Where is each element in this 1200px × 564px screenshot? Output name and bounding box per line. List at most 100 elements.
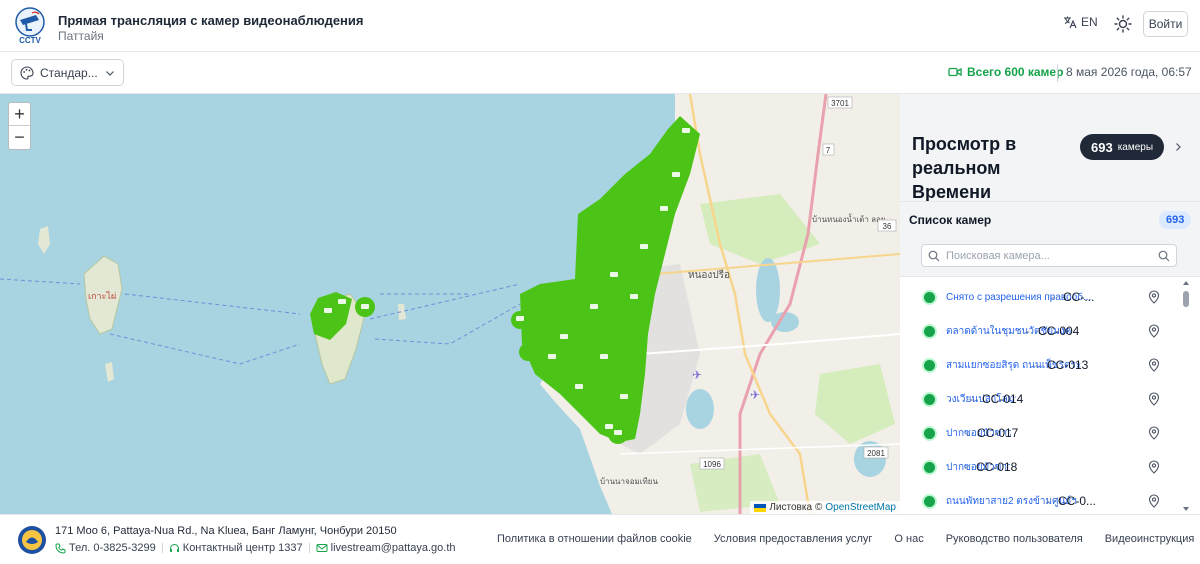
islet <box>105 362 114 382</box>
copyright-symbol: © <box>815 502 823 513</box>
app-root: CCTV Прямая трансляция с камер видеонабл… <box>0 0 1200 564</box>
separator-dash: - <box>1051 290 1055 304</box>
camera-list-item[interactable]: ถนนพัทยาสาย2 ตรงข้ามศูนย์ฯ - СС-0... <box>900 484 1180 514</box>
map-pin-icon[interactable] <box>1148 460 1160 474</box>
online-status-dot <box>924 359 935 371</box>
scroll-up-icon[interactable] <box>1182 279 1190 287</box>
map-canvas[interactable]: เกาะไผ่ หนองปรือ บ้านหนองน้ำเต้า ลอย บ้า… <box>0 94 900 514</box>
camera-list-item[interactable]: วงเวียนปลาโลมา - СС-014 <box>900 382 1180 416</box>
online-status-dot <box>924 325 935 337</box>
separator-dash: - <box>970 392 974 406</box>
map-pin-icon[interactable] <box>1148 426 1160 440</box>
divider <box>1057 64 1058 82</box>
camera-code: СС-014 <box>982 392 1024 406</box>
pattaya-seal-logo <box>18 526 46 554</box>
user-guide-link[interactable]: Руководство пользователя <box>946 533 1083 545</box>
footer-contacts: Тел. 0-3825-3299 Контактный центр 1337 l… <box>55 542 456 554</box>
chevron-down-icon <box>106 70 114 76</box>
scroll-down-icon[interactable] <box>1182 505 1190 513</box>
language-label: EN <box>1081 15 1098 29</box>
phone-contact[interactable]: Тел. 0-3825-3299 <box>55 542 156 554</box>
camera-marker[interactable] <box>519 343 537 361</box>
camera-map[interactable]: เกาะไผ่ หนองปรือ บ้านหนองน้ำเต้า ลอย บ้า… <box>0 94 900 514</box>
camera-total: Всего 600 камер <box>948 65 1063 79</box>
terms-link[interactable]: Условия предоставления услуг <box>714 533 873 545</box>
online-status-dot <box>924 291 935 303</box>
camera-code: СС-0... <box>1058 494 1097 508</box>
camera-list-item[interactable]: สามแยกซอยสิรุด ถนนเพ็ชรตระกูล - СС-013 <box>900 348 1180 382</box>
language-switch[interactable]: EN <box>1063 15 1098 29</box>
footer-links: Политика в отношении файлов cookie Услов… <box>497 533 1194 545</box>
separator-dash: - <box>1035 358 1039 372</box>
login-button[interactable]: Войти <box>1143 11 1188 37</box>
camera-list-item[interactable]: ปากซอยบัวขาว - СС-018 <box>900 450 1180 484</box>
theme-toggle-icon[interactable] <box>1113 14 1133 34</box>
ukraine-flag-icon <box>754 503 767 512</box>
camera-code: СС-018 <box>976 460 1018 474</box>
camera-code: СС-017 <box>977 426 1019 440</box>
map-pin-icon[interactable] <box>1148 324 1160 338</box>
ferry-route <box>124 293 301 315</box>
contact-center-label: Контактный центр 1337 <box>182 542 303 554</box>
zoom-out-button[interactable]: − <box>9 126 30 149</box>
current-datetime: 8 мая 2026 года, 06:57 <box>1066 65 1192 79</box>
contact-center[interactable]: Контактный центр 1337 <box>169 542 303 554</box>
video-guide-link[interactable]: Видеоинструкция <box>1105 533 1195 545</box>
camera-total-label: Всего 600 камер <box>967 65 1064 79</box>
road-number: 2081 <box>867 449 885 458</box>
map-style-select[interactable]: Стандар... <box>11 59 124 86</box>
map-pin-icon[interactable] <box>1148 494 1160 508</box>
map-pin-icon[interactable] <box>1148 358 1160 372</box>
zoom-control: + − <box>8 102 31 150</box>
top-header: CCTV Прямая трансляция с камер видеонабл… <box>0 0 1200 52</box>
camera-search-input[interactable] <box>946 249 1152 262</box>
map-pin-icon[interactable] <box>1148 392 1160 406</box>
reservoir <box>756 258 780 322</box>
separator-dash: - <box>964 460 968 474</box>
camera-count-badge[interactable]: 693 камеры <box>1080 134 1165 160</box>
page-footer: 171 Moo 6, Pattaya-Nua Rd., Na Kluea, Ба… <box>0 514 1200 564</box>
south-label: บ้านนาจอมเทียน <box>600 477 658 486</box>
road-number: 36 <box>883 222 892 231</box>
chevron-right-icon[interactable] <box>1173 142 1183 152</box>
logo-text: CCTV <box>19 36 41 45</box>
scroll-thumb[interactable] <box>1183 291 1189 307</box>
camera-list-item[interactable]: ปากซอยบัวขาว - СС-017 <box>900 416 1180 450</box>
leaflet-link[interactable]: Листовка <box>769 502 812 513</box>
email-address: livestream@pattaya.go.th <box>330 542 456 554</box>
separator-dash: - <box>1026 324 1030 338</box>
translate-icon <box>1064 16 1077 29</box>
divider <box>308 543 310 553</box>
reservoir <box>854 441 886 477</box>
map-pin-icon[interactable] <box>1148 290 1160 304</box>
camera-list-heading: Список камер <box>909 213 992 227</box>
islet <box>38 226 50 254</box>
ferry-route <box>109 333 301 365</box>
camera-panel: Просмотр в реальном Времени 693 камеры С… <box>900 94 1200 514</box>
cctv-logo[interactable]: CCTV <box>12 6 48 46</box>
camera-list-item[interactable]: ตลาดด้านในชุมชนวัดชัยมงคล2- СС-004 <box>900 314 1180 348</box>
online-status-dot <box>924 461 935 473</box>
cookie-policy-link[interactable]: Политика в отношении файлов cookie <box>497 533 692 545</box>
map-style-label: Стандар... <box>40 65 98 80</box>
list-scrollbar[interactable] <box>1182 277 1190 514</box>
camera-list[interactable]: Снято с разрешения правооб... - СС-... ตลาด… <box>900 276 1200 514</box>
ferry-route <box>0 278 81 285</box>
about-link[interactable]: О нас <box>894 533 923 545</box>
osm-link[interactable]: OpenStreetMap <box>825 502 896 513</box>
toolbar: Стандар... Всего 600 камер 8 мая 2026 го… <box>0 52 1200 94</box>
airport-icon: ✈ <box>750 388 760 402</box>
camera-search[interactable] <box>921 244 1177 267</box>
district-label: หนองปรือ <box>688 269 730 281</box>
online-status-dot <box>924 393 935 405</box>
email-contact[interactable]: livestream@pattaya.go.th <box>316 542 456 554</box>
palette-icon <box>20 65 34 80</box>
reservoir <box>686 389 714 429</box>
search-icon <box>928 250 940 261</box>
camera-list-item[interactable]: Снято с разрешения правооб... - СС-... <box>900 280 1180 314</box>
ferry-route <box>369 283 521 320</box>
search-submit-icon[interactable] <box>1158 250 1170 262</box>
camera-count-number: 693 <box>1091 139 1113 155</box>
zoom-in-button[interactable]: + <box>9 103 30 126</box>
online-status-dot <box>924 427 935 439</box>
